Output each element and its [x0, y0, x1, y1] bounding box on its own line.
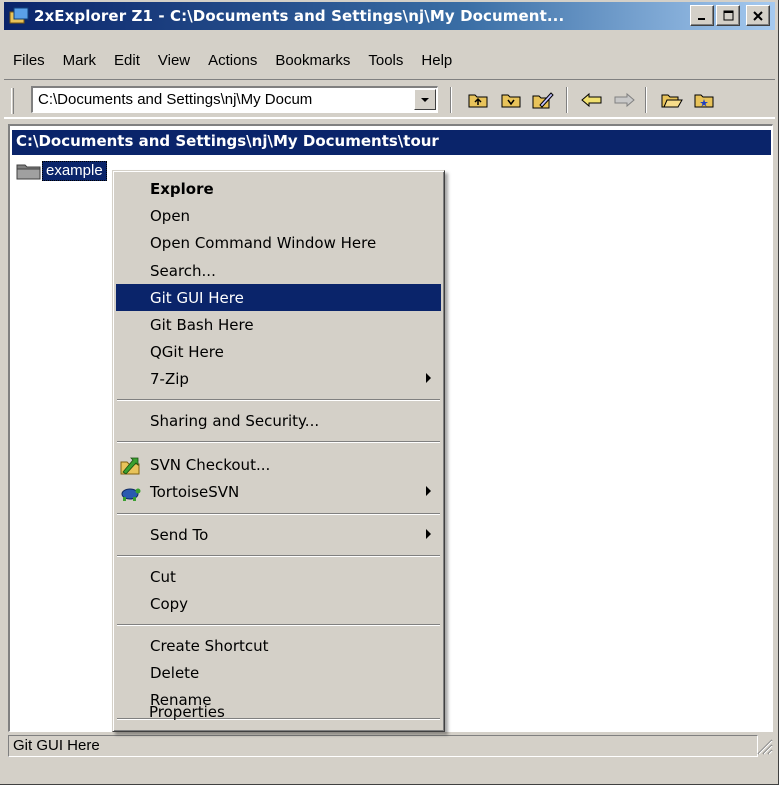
menu-item-label: Explore — [150, 179, 214, 198]
menu-item-label: Sharing and Security... — [150, 411, 320, 430]
menu-item-label: 7-Zip — [150, 369, 189, 388]
menu-item-label: Properties — [149, 702, 225, 721]
menu-item-label: Git Bash Here — [150, 315, 254, 334]
open-folder-icon — [661, 94, 683, 108]
up-folder-button[interactable] — [466, 89, 490, 111]
menu-item-properties[interactable]: Properties — [115, 698, 440, 725]
list-item[interactable]: example — [16, 160, 107, 182]
path-dropdown-button[interactable] — [414, 89, 436, 110]
toolbar-separator — [450, 87, 452, 113]
edit-folder-icon — [532, 92, 554, 109]
menu-item-label: TortoiseSVN — [150, 482, 240, 501]
toolbar-separator — [645, 87, 647, 113]
menu-item-delete[interactable]: Delete — [116, 659, 441, 686]
menu-item-git-bash[interactable]: Git Bash Here — [116, 311, 441, 338]
menu-item-git-gui[interactable]: Git GUI Here — [116, 284, 441, 311]
status-bar: Git GUI Here — [4, 735, 775, 780]
menu-item-label: Delete — [150, 663, 200, 682]
menu-item-open[interactable]: Open — [116, 202, 441, 229]
menu-actions[interactable]: Actions — [199, 52, 266, 69]
path-combobox[interactable]: C:\Documents and Settings\nj\My Docum — [31, 86, 438, 113]
minimize-icon — [698, 17, 705, 20]
pane-path-header: C:\Documents and Settings\nj\My Document… — [12, 130, 771, 155]
chevron-down-icon — [421, 97, 429, 102]
menu-item-label: Open Command Window Here — [150, 233, 377, 252]
menu-item-create-shortcut[interactable]: Create Shortcut — [116, 632, 441, 659]
close-button[interactable] — [746, 5, 770, 26]
submenu-arrow-icon — [426, 486, 431, 496]
folder-icon — [16, 164, 41, 180]
menu-item-open-command-window[interactable]: Open Command Window Here — [116, 229, 441, 256]
root-folder-button[interactable] — [499, 89, 523, 111]
menu-separator — [117, 513, 440, 515]
context-menu: Explore Open Open Command Window Here Se… — [112, 170, 445, 732]
bookmark-folder-button[interactable] — [692, 89, 716, 111]
menu-item-svn-checkout[interactable]: SVN Checkout... — [116, 451, 441, 478]
menu-item-label: Open — [150, 206, 191, 225]
minimize-button[interactable] — [690, 5, 714, 26]
menu-item-label: SVN Checkout... — [150, 455, 271, 474]
bookmark-folder-icon — [694, 94, 714, 108]
menu-item-label: Git GUI Here — [150, 288, 244, 307]
menu-item-label: Create Shortcut — [150, 636, 269, 655]
menu-separator — [117, 399, 440, 401]
menu-item-copy[interactable]: Copy — [116, 590, 441, 617]
menu-bar: Files Mark Edit View Actions Bookmarks T… — [4, 48, 775, 72]
menu-separator — [117, 441, 440, 443]
forward-icon — [614, 92, 635, 108]
menu-item-7zip[interactable]: 7-Zip — [116, 365, 441, 392]
back-button[interactable] — [580, 89, 604, 111]
edit-folder-button[interactable] — [531, 89, 555, 111]
status-text: Git GUI Here — [8, 735, 758, 757]
menu-item-send-to[interactable]: Send To — [116, 521, 441, 548]
menu-item-search[interactable]: Search... — [116, 257, 441, 284]
submenu-arrow-icon — [426, 373, 431, 383]
menu-item-sharing-security[interactable]: Sharing and Security... — [116, 407, 441, 434]
maximize-icon — [723, 10, 733, 21]
path-input[interactable]: C:\Documents and Settings\nj\My Docum — [38, 91, 403, 108]
tortoisesvn-icon — [121, 488, 141, 501]
menu-item-label: Send To — [150, 525, 209, 544]
submenu-arrow-icon — [426, 529, 431, 539]
svn-checkout-icon — [120, 457, 140, 475]
menu-item-label: Search... — [150, 261, 216, 280]
root-folder-icon — [501, 94, 521, 108]
menu-item-label: Cut — [150, 567, 176, 586]
menu-item-cut[interactable]: Cut — [116, 563, 441, 590]
menu-files[interactable]: Files — [4, 52, 54, 69]
file-name: example — [42, 161, 107, 181]
close-icon — [753, 10, 763, 21]
forward-button[interactable] — [612, 89, 636, 111]
maximize-button[interactable] — [716, 5, 740, 26]
resize-grip-icon[interactable] — [755, 737, 773, 755]
open-folder-button[interactable] — [660, 89, 684, 111]
menu-item-label: QGit Here — [150, 342, 224, 361]
menu-item-tortoisesvn[interactable]: TortoiseSVN — [116, 478, 441, 505]
menu-item-qgit[interactable]: QGit Here — [116, 338, 441, 365]
title-bar[interactable]: 2xExplorer Z1 - C:\Documents and Setting… — [4, 2, 775, 30]
menu-mark[interactable]: Mark — [54, 52, 105, 69]
menu-item-explore[interactable]: Explore — [116, 175, 441, 202]
menu-tools[interactable]: Tools — [359, 52, 412, 69]
menu-view[interactable]: View — [149, 52, 199, 69]
back-icon — [581, 92, 602, 108]
toolbar-separator — [566, 87, 568, 113]
menu-item-label: Copy — [150, 594, 189, 613]
explorer-window: 2xExplorer Z1 - C:\Documents and Setting… — [0, 0, 779, 785]
menu-bookmarks[interactable]: Bookmarks — [266, 52, 359, 69]
toolbar-grip[interactable] — [11, 88, 14, 114]
menu-separator — [117, 555, 440, 557]
menu-edit[interactable]: Edit — [105, 52, 149, 69]
window-title: 2xExplorer Z1 - C:\Documents and Setting… — [34, 7, 565, 25]
menu-help[interactable]: Help — [412, 52, 461, 69]
2xexplorer-app-icon — [9, 7, 29, 24]
up-folder-icon — [468, 94, 488, 108]
menu-separator — [117, 624, 440, 626]
